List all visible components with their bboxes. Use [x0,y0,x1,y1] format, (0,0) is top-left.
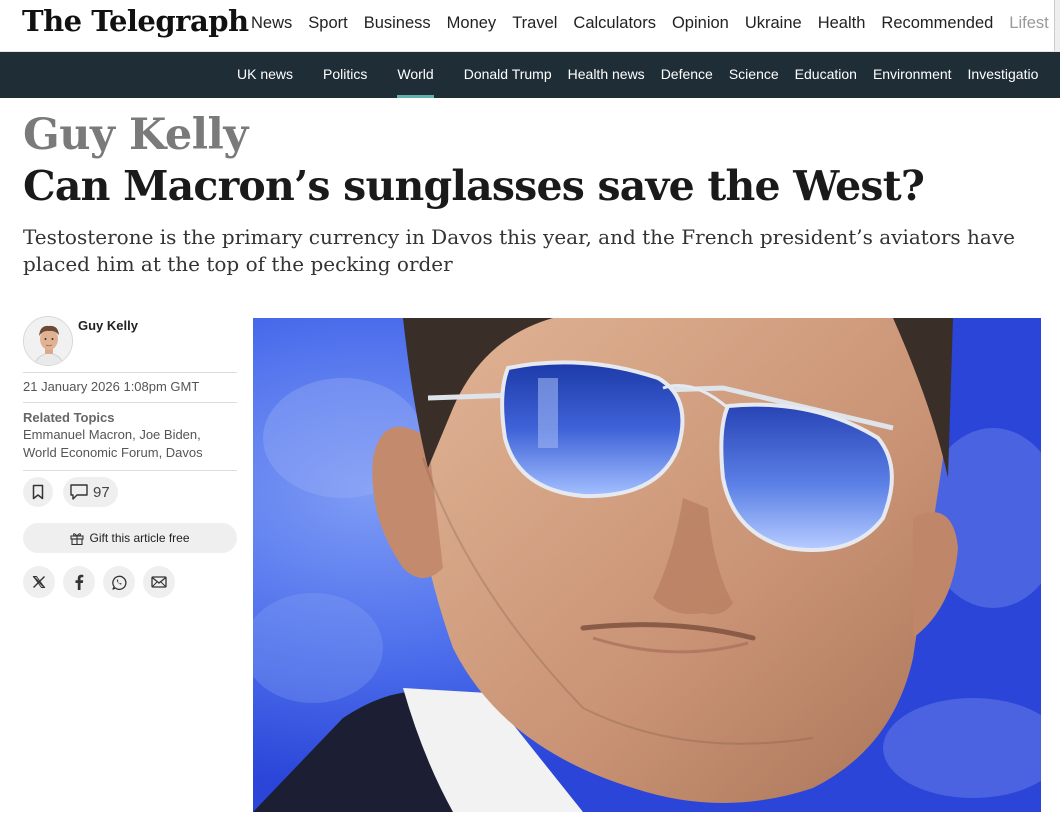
share-email-button[interactable] [143,566,175,598]
gift-icon [70,532,85,545]
bookmark-button[interactable] [23,477,53,507]
article-sidebar: Guy Kelly 21 January 2026 1:08pm GMT Rel… [23,316,237,598]
secondary-nav: UK news Politics World Donald Trump Heal… [237,52,1054,98]
nav-item-recommended[interactable]: Recommended [881,0,993,51]
related-topics-label: Related Topics [23,410,115,425]
photo-man-in-aviator-sunglasses [253,318,1041,812]
top-navigation-bar: The Telegraph News Sport Business Money … [0,0,1060,52]
gift-article-button[interactable]: Gift this article free [23,523,237,553]
nav-item-opinion[interactable]: Opinion [672,0,729,51]
bookmark-icon [32,484,44,500]
share-facebook-button[interactable] [63,566,95,598]
hero-image[interactable] [253,318,1041,812]
share-x-button[interactable] [23,566,55,598]
publish-date: 21 January 2026 1:08pm GMT [23,379,200,394]
nav-item-calculators[interactable]: Calculators [573,0,656,51]
subnav-item-politics[interactable]: Politics [323,52,367,98]
nav-item-health[interactable]: Health [818,0,866,51]
subnav-item-defence[interactable]: Defence [661,52,713,98]
nav-item-lifestyle[interactable]: Lifest [1009,0,1048,51]
comment-count: 97 [93,483,110,501]
article-standfirst: Testosterone is the primary currency in … [23,225,1015,276]
facebook-icon [75,574,84,590]
nav-item-news[interactable]: News [251,0,292,51]
byline: Guy Kelly [23,316,237,372]
divider [23,402,237,403]
column-author-heading[interactable]: Guy Kelly [23,110,248,160]
share-buttons [23,566,237,598]
email-icon [151,576,167,588]
primary-nav: News Sport Business Money Travel Calcula… [251,0,1060,51]
divider [23,470,237,471]
author-portrait-icon [24,317,72,365]
subnav-item-education[interactable]: Education [795,52,857,98]
whatsapp-icon [112,575,127,590]
byline-author-name[interactable]: Guy Kelly [78,318,138,333]
subnav-item-investigations[interactable]: Investigatio [968,52,1039,98]
related-topics-links[interactable]: Emmanuel Macron, Joe Biden, World Econom… [23,426,237,470]
article-actions: 97 [23,477,237,507]
nav-item-money[interactable]: Money [447,0,497,51]
author-avatar[interactable] [23,316,73,366]
nav-item-ukraine[interactable]: Ukraine [745,0,802,51]
subnav-item-world[interactable]: World [397,52,435,98]
x-icon [32,576,46,588]
share-whatsapp-button[interactable] [103,566,135,598]
nav-item-business[interactable]: Business [364,0,431,51]
comments-button[interactable]: 97 [63,477,118,507]
nav-item-sport[interactable]: Sport [308,0,347,51]
comment-icon [70,484,88,500]
subnav-item-health-news[interactable]: Health news [568,52,645,98]
subnav-item-science[interactable]: Science [729,52,779,98]
article-headline: Can Macron’s sunglasses save the West? [23,162,925,210]
gift-label: Gift this article free [89,531,190,545]
subnav-item-environment[interactable]: Environment [873,52,952,98]
telegraph-logo[interactable]: The Telegraph [22,4,249,38]
subnav-item-donald-trump[interactable]: Donald Trump [464,52,552,98]
subnav-item-uk-news[interactable]: UK news [237,52,293,98]
nav-scroll-edge[interactable] [1054,0,1060,51]
section-navigation-bar: UK news Politics World Donald Trump Heal… [0,52,1060,98]
nav-item-travel[interactable]: Travel [512,0,557,51]
